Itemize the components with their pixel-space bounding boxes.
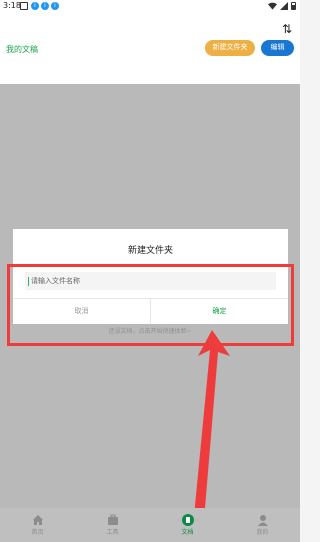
bottom-tab-bar: 首页 工具 文档 我的 <box>0 508 300 542</box>
notification-icon: i <box>31 2 39 10</box>
tab-profile[interactable]: 我的 <box>225 508 300 542</box>
battery-icon <box>291 2 296 10</box>
home-icon <box>32 515 43 525</box>
tab-label: 工具 <box>106 529 119 536</box>
wifi-icon <box>268 2 277 10</box>
status-time: 3:18 <box>3 1 21 10</box>
gallery-icon <box>20 2 28 10</box>
tab-label: 我的 <box>256 529 269 536</box>
tab-tools[interactable]: 工具 <box>75 508 150 542</box>
profile-icon <box>257 515 268 526</box>
highlight-box <box>7 264 294 346</box>
notification-icon: i <box>51 2 59 10</box>
notification-icon: i <box>41 2 49 10</box>
status-bar: 3:18 i i i <box>0 0 300 14</box>
tab-label: 文档 <box>181 529 194 536</box>
edit-button[interactable]: 编辑 <box>261 40 294 56</box>
sort-icon[interactable]: ⇅ <box>282 22 292 36</box>
page-title: 我的文稿 <box>6 45 38 54</box>
header: ⇅ 我的文稿 新建文件夹 编辑 <box>0 14 300 84</box>
pointer-arrow <box>194 330 230 520</box>
new-folder-button[interactable]: 新建文件夹 <box>205 40 255 56</box>
tab-documents[interactable]: 文档 <box>150 508 225 542</box>
dialog-title: 新建文件夹 <box>127 246 173 256</box>
tab-home[interactable]: 首页 <box>0 508 75 542</box>
signal-icon <box>280 2 288 10</box>
briefcase-icon <box>107 514 118 525</box>
document-icon <box>181 514 194 526</box>
tab-label: 首页 <box>31 529 44 536</box>
